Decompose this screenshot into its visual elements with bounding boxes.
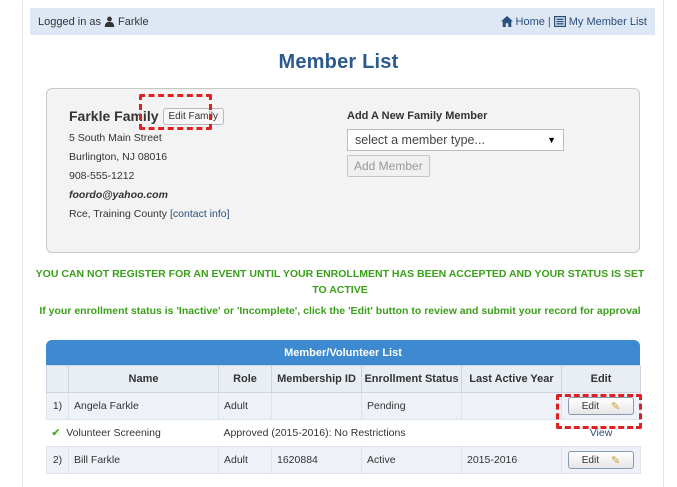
- pencil-icon: ✎: [611, 400, 621, 413]
- column-header-role: Role: [218, 365, 272, 393]
- screening-row: ✔ Volunteer Screening Approved (2015-201…: [46, 419, 641, 447]
- phone: 908-555-1212: [69, 170, 135, 182]
- table-row: 1) Angela Farkle Adult Pending Edit ✎: [46, 392, 641, 420]
- edit-label: Edit: [581, 454, 599, 466]
- family-name-row: Farkle Family Edit Family: [69, 106, 230, 126]
- user-icon: [104, 16, 115, 27]
- address-line-2: Burlington, NJ 08016: [69, 151, 168, 163]
- list-icon: [553, 16, 566, 27]
- chevron-down-icon: ▼: [547, 135, 556, 145]
- membership-id: 1620884: [271, 446, 362, 474]
- column-header-enrollment-status: Enrollment Status: [361, 365, 462, 393]
- column-header: [46, 365, 69, 393]
- member-role: Adult: [218, 392, 272, 420]
- edit-label: Edit: [581, 400, 599, 412]
- family-info: Farkle Family Edit Family 5 South Main S…: [69, 106, 230, 224]
- member-table: Name Role Membership ID Enrollment Statu…: [46, 365, 641, 474]
- enrollment-warning: YOU CAN NOT REGISTER FOR AN EVENT UNTIL …: [35, 268, 645, 296]
- add-member-title: Add A New Family Member: [347, 110, 488, 122]
- add-member-button[interactable]: Add Member: [347, 155, 430, 177]
- screening-label: Volunteer Screening: [66, 427, 161, 439]
- home-icon: [500, 16, 513, 27]
- family-panel: Farkle Family Edit Family 5 South Main S…: [46, 88, 640, 253]
- edit-cell: Edit ✎: [561, 392, 641, 420]
- page-title: Member List: [278, 51, 399, 73]
- row-number: 2): [46, 446, 69, 474]
- table-header-row: Name Role Membership ID Enrollment Statu…: [46, 365, 641, 393]
- nav-separator: |: [547, 15, 551, 28]
- top-nav: Home | My Member List: [500, 15, 647, 28]
- logged-in-info: Logged in as Farkle: [38, 16, 149, 28]
- edit-member-button[interactable]: Edit ✎: [568, 397, 634, 415]
- screening-status: Approved (2015-2016): No Restrictions: [218, 419, 562, 447]
- edit-member-button[interactable]: Edit ✎: [568, 451, 634, 469]
- last-active-year: 2015-2016: [461, 446, 562, 474]
- enrollment-instructions: If your enrollment status is 'Inactive' …: [39, 305, 641, 317]
- address-line-1: 5 South Main Street: [69, 132, 162, 144]
- logged-in-prefix: Logged in as: [38, 15, 101, 28]
- role-county: Rce, Training County: [69, 208, 168, 220]
- role-county-line: Rce, Training County [contact info]: [69, 205, 230, 224]
- add-member-section: Add A New Family Member select a member …: [347, 110, 564, 177]
- screening-label-cell: ✔ Volunteer Screening: [46, 419, 219, 447]
- last-active-year: [461, 392, 562, 420]
- edit-family-button[interactable]: Edit Family: [162, 107, 224, 125]
- member-type-select-value: select a member type...: [355, 133, 485, 147]
- column-header-membership-id: Membership ID: [271, 365, 362, 393]
- check-icon: ✔: [51, 427, 61, 439]
- column-header-name: Name: [68, 365, 219, 393]
- top-bar: Logged in as Farkle Home | My Member Lis…: [30, 8, 655, 35]
- enrollment-status: Pending: [361, 392, 462, 420]
- column-header-last-active-year: Last Active Year: [461, 365, 562, 393]
- member-name: Angela Farkle: [68, 392, 219, 420]
- pencil-icon: ✎: [611, 454, 621, 467]
- email: foordo@yahoo.com: [69, 189, 168, 201]
- table-row: 2) Bill Farkle Adult 1620884 Active 2015…: [46, 446, 641, 474]
- family-name: Farkle Family: [69, 108, 159, 124]
- column-header-edit: Edit: [561, 365, 641, 393]
- membership-id: [271, 392, 362, 420]
- member-list-title: Member/Volunteer List: [46, 340, 640, 365]
- edit-cell: Edit ✎: [561, 446, 641, 474]
- screening-view-link[interactable]: View: [561, 419, 641, 447]
- contact-info-link[interactable]: [contact info]: [170, 208, 230, 220]
- enrollment-status: Active: [361, 446, 462, 474]
- row-number: 1): [46, 392, 69, 420]
- member-role: Adult: [218, 446, 272, 474]
- member-name: Bill Farkle: [68, 446, 219, 474]
- member-type-select[interactable]: select a member type... ▼: [347, 129, 564, 151]
- home-link[interactable]: Home: [516, 16, 545, 28]
- username: Farkle: [118, 15, 149, 28]
- my-member-list-link[interactable]: My Member List: [569, 16, 647, 28]
- member-list-panel: Member/Volunteer List Name Role Membersh…: [46, 340, 641, 474]
